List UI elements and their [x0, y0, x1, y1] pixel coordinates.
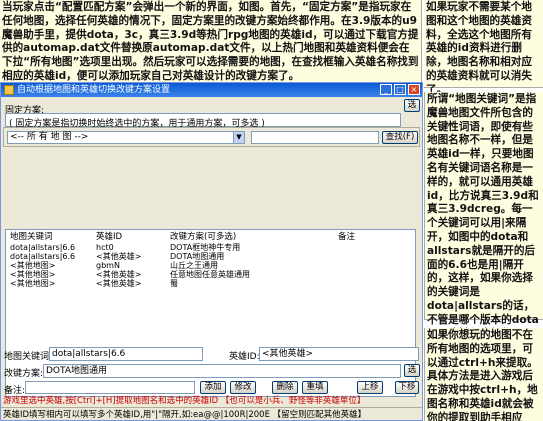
cell-map-keyword: <其他地图>	[10, 279, 56, 288]
fixed-scheme-select-button[interactable]: 选	[404, 99, 420, 112]
status-bar: 英雄ID填写相内可以填写多个英雄ID,用"|"隔开,如:ea@@|100R|20…	[1, 407, 422, 421]
maximize-icon[interactable]: □	[394, 84, 406, 95]
modify-button[interactable]: 修改	[230, 381, 256, 394]
move-up-button[interactable]: 上移	[357, 381, 383, 394]
minimize-icon[interactable]: _	[380, 84, 392, 95]
remark-input[interactable]	[25, 381, 195, 394]
article-side-text-2: 所谓“地图关键词”是指魔兽地图文件所包含的关键性词语，即使有些地图名称不一样，但…	[424, 92, 543, 367]
map-select[interactable]: <-- 所 有 地 图 --> ▼	[7, 131, 245, 144]
cell-map-keyword: <其他地图>	[10, 270, 56, 279]
table-row[interactable]: <其他地图> gbmN 山丘之王通用	[6, 261, 415, 270]
scheme-select-button[interactable]: 选	[404, 364, 420, 377]
cell-map-keyword: dota|allstars|6.6	[10, 252, 76, 261]
table-row[interactable]: <其他地图> <其他英雄> 蜀	[6, 279, 415, 288]
article-side-text-3: 如果你想玩的地图不在所有地图的选项里，可以通过ctrl+h来提取。具体方法是进入…	[424, 328, 543, 421]
cell-scheme: DOTA框地神牛专用	[170, 243, 241, 252]
scheme-settings-dialog: 自动根据地图和英雄切换改键方案设置 _ □ × 固定方案: 选 ( 固定方案是指…	[0, 82, 423, 421]
col-hero-id[interactable]: 英雄ID	[96, 230, 180, 242]
chevron-down-icon[interactable]: ▼	[233, 132, 244, 143]
table-row[interactable]: dota|allstars|6.6 hct0 DOTA框地神牛专用	[6, 243, 415, 252]
dialog-title: 自动根据地图和英雄切换改键方案设置	[17, 85, 171, 95]
list-header: 地图关键词 英雄ID 改键方案(可多选) 备注	[6, 230, 415, 242]
map-select-value: <-- 所 有 地 图 -->	[10, 132, 89, 142]
cell-hero-id: <其他英雄>	[96, 270, 142, 279]
table-row[interactable]: <其他地图> <其他英雄> 任意地图任意英雄通用	[6, 270, 415, 279]
cell-scheme: DOTA地图通用	[170, 252, 225, 261]
col-remark[interactable]: 备注	[338, 230, 408, 242]
cell-map-keyword: <其他地图>	[10, 261, 56, 270]
move-down-button[interactable]: 下移	[395, 381, 419, 394]
hero-id-input[interactable]: <其他英雄>	[259, 347, 419, 361]
close-icon[interactable]: ×	[408, 84, 420, 95]
cell-hero-id: gbmN	[96, 261, 120, 270]
status-text: 英雄ID填写相内可以填写多个英雄ID,用"|"隔开,如:ea@@|100R|20…	[3, 410, 367, 420]
col-map-keyword[interactable]: 地图关键词	[10, 230, 94, 242]
article-main-text: 当玩家点击“配置匹配方案”会弹出一个新的界面，如图。首先，“固定方案”是指玩家在…	[0, 0, 422, 82]
col-scheme[interactable]: 改键方案(可多选)	[170, 230, 280, 242]
search-button[interactable]: 查找(F)	[382, 131, 418, 144]
article-side-text-1: 如果玩家不需要某个地图和这个地图的英雄资料，全选这个地图所有英雄的id资料进行删…	[424, 0, 543, 96]
table-row[interactable]: dota|allstars|6.6 <其他英雄> DOTA地图通用	[6, 252, 415, 261]
cell-scheme: 蜀	[170, 279, 178, 288]
hint-text: 游戏里选中英雄,按[Ctrl]+[H]提取地图名和选中的英雄ID 【也可以是小兵…	[3, 396, 366, 406]
map-keyword-label: 地图关键词:	[4, 352, 53, 362]
cell-hero-id: <其他英雄>	[96, 279, 142, 288]
hero-id-label: 英雄ID:	[229, 352, 260, 362]
scheme-label: 改键方案:	[4, 369, 44, 379]
map-keyword-input[interactable]: dota|allstars|6.6	[49, 347, 203, 361]
delete-button[interactable]: 删除	[272, 381, 298, 394]
dialog-titlebar[interactable]: 自动根据地图和英雄切换改键方案设置 _ □ ×	[1, 83, 422, 97]
cell-scheme: 任意地图任意英雄通用	[170, 270, 250, 279]
add-button[interactable]: 添加	[200, 381, 226, 394]
cell-scheme: 山丘之王通用	[170, 261, 218, 270]
reset-button[interactable]: 重填	[302, 381, 328, 394]
cell-map-keyword: dota|allstars|6.6	[10, 243, 76, 252]
app-icon	[4, 85, 14, 95]
scheme-input[interactable]: DOTA地图通用	[43, 364, 401, 378]
search-input[interactable]	[251, 131, 379, 144]
cell-hero-id: <其他英雄>	[96, 252, 142, 261]
cell-hero-id: hct0	[96, 243, 114, 252]
